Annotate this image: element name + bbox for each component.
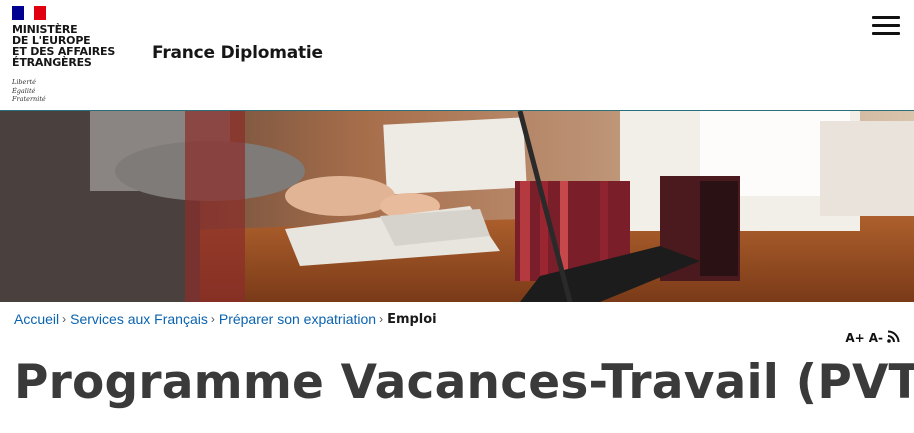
rss-icon[interactable] xyxy=(887,330,900,346)
breadcrumb-link-accueil[interactable]: Accueil xyxy=(14,311,59,327)
chevron-right-icon: › xyxy=(210,312,215,326)
chevron-right-icon: › xyxy=(379,312,384,326)
motto-line: Égalité xyxy=(12,86,36,95)
page-tools: A+ A- xyxy=(845,330,900,346)
motto-line: Fraternité xyxy=(12,95,46,103)
site-title[interactable]: France Diplomatie xyxy=(152,43,323,63)
ministry-logo[interactable]: MINISTÈRE DE L'EUROPE ET DES AFFAIRES ÉT… xyxy=(12,6,132,106)
breadcrumb-link-expatriation[interactable]: Préparer son expatriation xyxy=(219,311,376,327)
motto-line: Liberté xyxy=(12,78,36,86)
ministry-name: MINISTÈRE DE L'EUROPE ET DES AFFAIRES ÉT… xyxy=(12,24,115,68)
passport-desk-photo xyxy=(0,111,914,302)
french-flag-icon xyxy=(12,6,46,20)
hamburger-menu-icon[interactable] xyxy=(872,15,900,37)
page-title: Programme Vacances-Travail (PVT) xyxy=(14,355,914,410)
breadcrumb: Accueil › Services aux Français › Prépar… xyxy=(14,311,437,327)
ministry-line: ÉTRANGÈRES xyxy=(12,56,92,69)
site-header: MINISTÈRE DE L'EUROPE ET DES AFFAIRES ÉT… xyxy=(0,0,914,111)
breadcrumb-current: Emploi xyxy=(387,311,437,327)
republic-motto: Liberté Égalité Fraternité xyxy=(12,78,46,104)
font-increase-button[interactable]: A+ xyxy=(845,331,864,345)
font-decrease-button[interactable]: A- xyxy=(869,331,883,345)
hero-banner-image xyxy=(0,111,914,302)
chevron-right-icon: › xyxy=(62,312,67,326)
breadcrumb-link-services[interactable]: Services aux Français xyxy=(70,311,208,327)
